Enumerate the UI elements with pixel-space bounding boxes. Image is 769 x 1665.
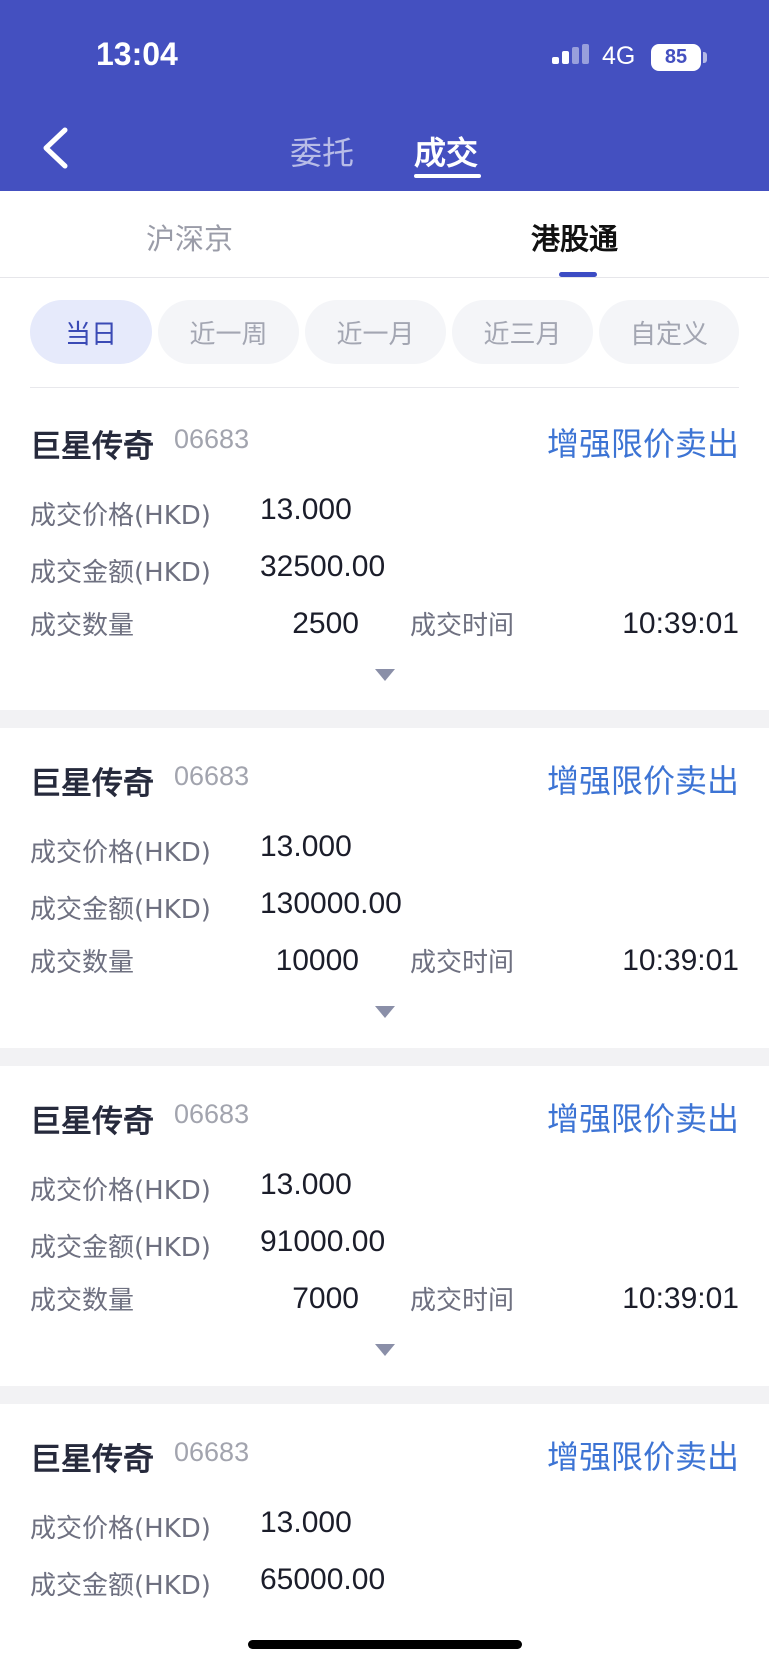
order-type: 增强限价卖出 (546, 762, 739, 800)
order-type: 增强限价卖出 (546, 425, 739, 463)
status-time: 13:04 (96, 36, 178, 72)
trade-amount: 65000.00 (260, 1563, 386, 1596)
filter-chip-month[interactable]: 近一月 (305, 300, 446, 364)
trade-amount: 32500.00 (260, 550, 386, 583)
trade-quantity: 10000 (275, 944, 359, 977)
stock-name: 巨星传奇 (30, 1104, 154, 1140)
order-type: 增强限价卖出 (546, 1438, 739, 1476)
tab-orders[interactable]: 委托 (290, 128, 354, 174)
battery-level: 85 (664, 46, 688, 68)
trade-time: 10:39:01 (622, 1282, 739, 1315)
price-label: 成交价格(HKD) (30, 1176, 211, 1206)
market-tab-a-shares[interactable]: 沪深京 (146, 216, 233, 258)
divider (0, 277, 769, 278)
amount-label: 成交金额(HKD) (30, 895, 211, 925)
order-type: 增强限价卖出 (546, 1100, 739, 1138)
trade-price: 13.000 (260, 1168, 352, 1201)
stock-name: 巨星传奇 (30, 429, 154, 465)
trade-card[interactable]: 巨星传奇 06683 增强限价卖出 成交价格(HKD) 13.000 成交金额(… (0, 728, 769, 1048)
home-indicator[interactable] (248, 1640, 522, 1649)
quantity-label: 成交数量 (30, 948, 135, 978)
amount-label: 成交金额(HKD) (30, 558, 211, 588)
filter-chip-today[interactable]: 当日 (30, 300, 152, 364)
trade-card[interactable]: 巨星传奇 06683 增强限价卖出 成交价格(HKD) 13.000 成交金额(… (0, 391, 769, 710)
cellular-signal-icon (552, 44, 589, 64)
filter-chip-three-months[interactable]: 近三月 (452, 300, 593, 364)
time-label: 成交时间 (410, 948, 515, 978)
battery-cap (703, 52, 707, 63)
battery-icon: 85 (651, 44, 701, 71)
amount-label: 成交金额(HKD) (30, 1233, 211, 1263)
amount-label: 成交金额(HKD) (30, 1571, 211, 1601)
price-label: 成交价格(HKD) (30, 1514, 211, 1544)
stock-name: 巨星传奇 (30, 766, 154, 802)
trade-price: 13.000 (260, 493, 352, 526)
quantity-label: 成交数量 (30, 1286, 135, 1316)
app-header: 13:04 4G 85 委托 成交 (0, 0, 769, 191)
market-tab-hk-connect[interactable]: 港股通 (531, 216, 618, 258)
trade-time: 10:39:01 (622, 607, 739, 640)
quantity-label: 成交数量 (30, 611, 135, 641)
expand-arrow-icon[interactable] (375, 1344, 395, 1356)
expand-arrow-icon[interactable] (375, 669, 395, 681)
stock-code: 06683 (174, 1099, 250, 1129)
trade-amount: 91000.00 (260, 1225, 386, 1258)
divider (30, 387, 739, 388)
expand-arrow-icon[interactable] (375, 1006, 395, 1018)
price-label: 成交价格(HKD) (30, 838, 211, 868)
filter-chip-custom[interactable]: 自定义 (599, 300, 739, 364)
trade-card[interactable]: 巨星传奇 06683 增强限价卖出 成交价格(HKD) 13.000 成交金额(… (0, 1404, 769, 1665)
filter-chip-week[interactable]: 近一周 (158, 300, 299, 364)
trade-quantity: 7000 (292, 1282, 359, 1315)
price-label: 成交价格(HKD) (30, 501, 211, 531)
trade-time: 10:39:01 (622, 944, 739, 977)
stock-code: 06683 (174, 424, 250, 454)
network-type: 4G (602, 42, 636, 70)
stock-code: 06683 (174, 761, 250, 791)
trade-card[interactable]: 巨星传奇 06683 增强限价卖出 成交价格(HKD) 13.000 成交金额(… (0, 1066, 769, 1386)
time-label: 成交时间 (410, 611, 515, 641)
stock-code: 06683 (174, 1437, 250, 1467)
back-arrow-icon[interactable] (38, 124, 78, 172)
stock-name: 巨星传奇 (30, 1442, 154, 1478)
trade-price: 13.000 (260, 1506, 352, 1539)
time-label: 成交时间 (410, 1286, 515, 1316)
trade-amount: 130000.00 (260, 887, 402, 920)
tab-trades[interactable]: 成交 (414, 128, 478, 174)
trade-price: 13.000 (260, 830, 352, 863)
tab-active-indicator (414, 174, 481, 178)
trade-quantity: 2500 (292, 607, 359, 640)
